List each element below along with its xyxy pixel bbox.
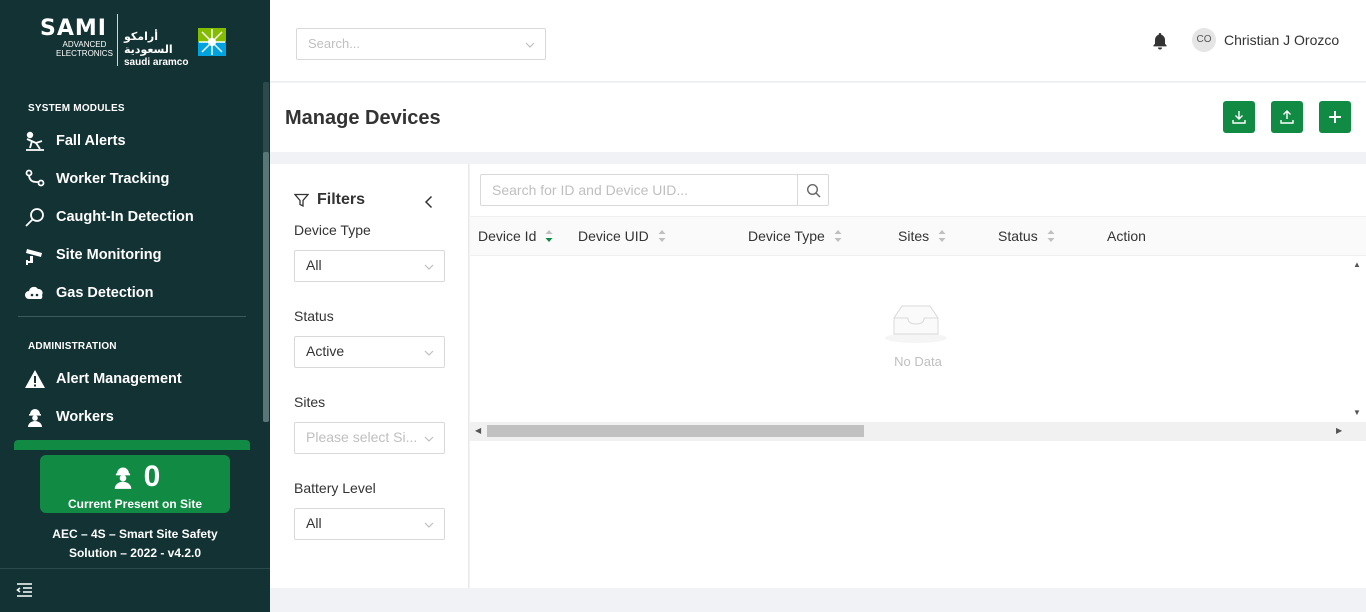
add-device-button[interactable] <box>1319 101 1351 133</box>
route-icon <box>25 169 45 187</box>
chevron-down-icon <box>525 42 535 48</box>
gas-cloud-icon <box>25 286 43 299</box>
avatar[interactable]: CO <box>1192 28 1216 52</box>
scroll-up-icon[interactable]: ▲ <box>1353 260 1361 269</box>
sidebar-item-active-partial[interactable] <box>14 440 250 450</box>
chevron-down-icon <box>424 436 434 442</box>
sidebar-item-worker-tracking[interactable]: Worker Tracking <box>24 165 254 193</box>
empty-inbox-icon <box>885 305 947 343</box>
sidebar-item-label: Gas Detection <box>56 285 154 301</box>
sidebar-item-label: Worker Tracking <box>56 171 170 187</box>
chevron-down-icon <box>424 522 434 528</box>
filters-heading: Filters <box>294 191 365 209</box>
filter-status-label: Status <box>294 308 334 324</box>
filter-battery-label: Battery Level <box>294 480 376 496</box>
global-search-select[interactable]: Search... <box>296 28 546 60</box>
sort-icon <box>658 230 666 242</box>
search-icon <box>806 183 820 197</box>
bell-icon[interactable] <box>1150 31 1170 51</box>
worker-icon <box>114 467 131 489</box>
upload-button[interactable] <box>1271 101 1303 133</box>
top-header: Search... CO Christian J Orozco <box>270 0 1366 82</box>
section-system-modules: SYSTEM MODULES <box>28 103 125 114</box>
sidebar: SAMI ADVANCED ELECTRONICS أرامكو السعودي… <box>0 0 270 612</box>
table-bottom-divider <box>470 440 1366 441</box>
sidebar-item-fall-alerts[interactable]: Fall Alerts <box>24 127 254 155</box>
filters-panel: Filters Device Type All Status Active Si… <box>270 164 469 588</box>
table-vertical-scrollbar[interactable]: ▲ ▼ <box>1348 256 1366 422</box>
filter-sites-label: Sites <box>294 394 326 410</box>
worker-icon <box>28 409 42 427</box>
present-label: Current Present on Site <box>67 497 203 511</box>
sidebar-divider <box>18 316 246 317</box>
aramco-logo: أرامكو السعودية saudi aramco <box>124 30 189 68</box>
sidebar-item-site-monitoring[interactable]: Site Monitoring <box>24 241 254 269</box>
column-device-id[interactable]: Device Id <box>478 228 553 244</box>
sort-icon <box>545 230 553 242</box>
aramco-star-icon <box>198 28 226 56</box>
table-horizontal-scrollbar-thumb[interactable] <box>487 425 864 437</box>
filter-icon <box>294 193 309 207</box>
sidebar-item-label: Workers <box>56 409 114 425</box>
column-device-uid[interactable]: Device UID <box>578 228 666 244</box>
filter-battery-select[interactable]: All <box>294 508 445 540</box>
present-on-site-card: 0 Current Present on Site <box>40 455 230 513</box>
sidebar-item-workers[interactable]: Workers <box>24 403 254 431</box>
upload-icon <box>1280 110 1294 124</box>
sidebar-item-label: Alert Management <box>56 371 182 387</box>
table-search-input[interactable]: Search for ID and Device UID... <box>480 174 798 206</box>
filter-sites-select[interactable]: Please select Si... <box>294 422 445 454</box>
sami-wordmark: SAMI <box>40 16 107 41</box>
sidebar-item-gas-detection[interactable]: Gas Detection <box>24 279 254 307</box>
brand-logos: SAMI ADVANCED ELECTRONICS أرامكو السعودي… <box>0 0 270 82</box>
devices-table-panel: Search for ID and Device UID... Device I… <box>470 164 1366 588</box>
sort-icon <box>938 230 946 242</box>
sidebar-item-label: Caught-In Detection <box>56 209 194 225</box>
sami-logo: SAMI ADVANCED ELECTRONICS <box>40 14 113 66</box>
app-version-footer: AEC – 4S – Smart Site Safety Solution – … <box>52 527 218 560</box>
table-horizontal-scrollbar[interactable]: ◀ ▶ <box>470 422 1366 440</box>
chevron-left-icon[interactable] <box>422 195 436 209</box>
chevron-down-icon <box>424 264 434 270</box>
logo-divider <box>117 14 118 66</box>
column-sites[interactable]: Sites <box>898 228 946 244</box>
empty-text: No Data <box>894 354 942 369</box>
sidebar-scrollbar-thumb[interactable] <box>263 152 269 422</box>
fall-icon <box>26 131 44 151</box>
column-device-type[interactable]: Device Type <box>748 228 842 244</box>
scroll-down-icon[interactable]: ▼ <box>1353 408 1361 417</box>
section-administration: ADMINISTRATION <box>28 341 117 352</box>
global-search-placeholder: Search... <box>308 36 361 51</box>
present-count: 0 <box>143 460 161 493</box>
scroll-left-icon[interactable]: ◀ <box>475 426 481 435</box>
table-search-button[interactable] <box>797 174 829 206</box>
sidebar-item-caught-in-detection[interactable]: Caught-In Detection <box>24 203 254 231</box>
filter-device-type-select[interactable]: All <box>294 250 445 282</box>
sort-icon <box>1047 230 1055 242</box>
download-icon <box>1232 111 1246 124</box>
menu-collapse-icon[interactable] <box>16 581 34 599</box>
sidebar-item-label: Fall Alerts <box>56 133 126 149</box>
sort-icon <box>834 230 842 242</box>
column-action: Action <box>1107 228 1146 244</box>
warning-icon <box>25 370 45 388</box>
column-status[interactable]: Status <box>998 228 1055 244</box>
filter-status-select[interactable]: Active <box>294 336 445 368</box>
plus-icon <box>1329 111 1341 123</box>
download-button[interactable] <box>1223 101 1255 133</box>
sami-subtitle: ADVANCED ELECTRONICS <box>56 40 113 58</box>
sidebar-item-alert-management[interactable]: Alert Management <box>24 365 254 393</box>
table-header: Device Id Device UID Device Type Sites S… <box>470 216 1366 256</box>
sidebar-item-label: Site Monitoring <box>56 247 162 263</box>
page-header: Manage Devices <box>270 83 1366 152</box>
user-name[interactable]: Christian J Orozco <box>1224 32 1339 48</box>
scroll-right-icon[interactable]: ▶ <box>1336 426 1342 435</box>
chevron-down-icon <box>424 350 434 356</box>
filter-device-type-label: Device Type <box>294 222 371 238</box>
table-body-empty: No Data <box>470 256 1350 422</box>
cctv-icon <box>26 249 42 265</box>
page-title: Manage Devices <box>285 107 441 129</box>
magnifier-icon <box>25 208 44 227</box>
sidebar-bottom-bar <box>0 568 270 612</box>
